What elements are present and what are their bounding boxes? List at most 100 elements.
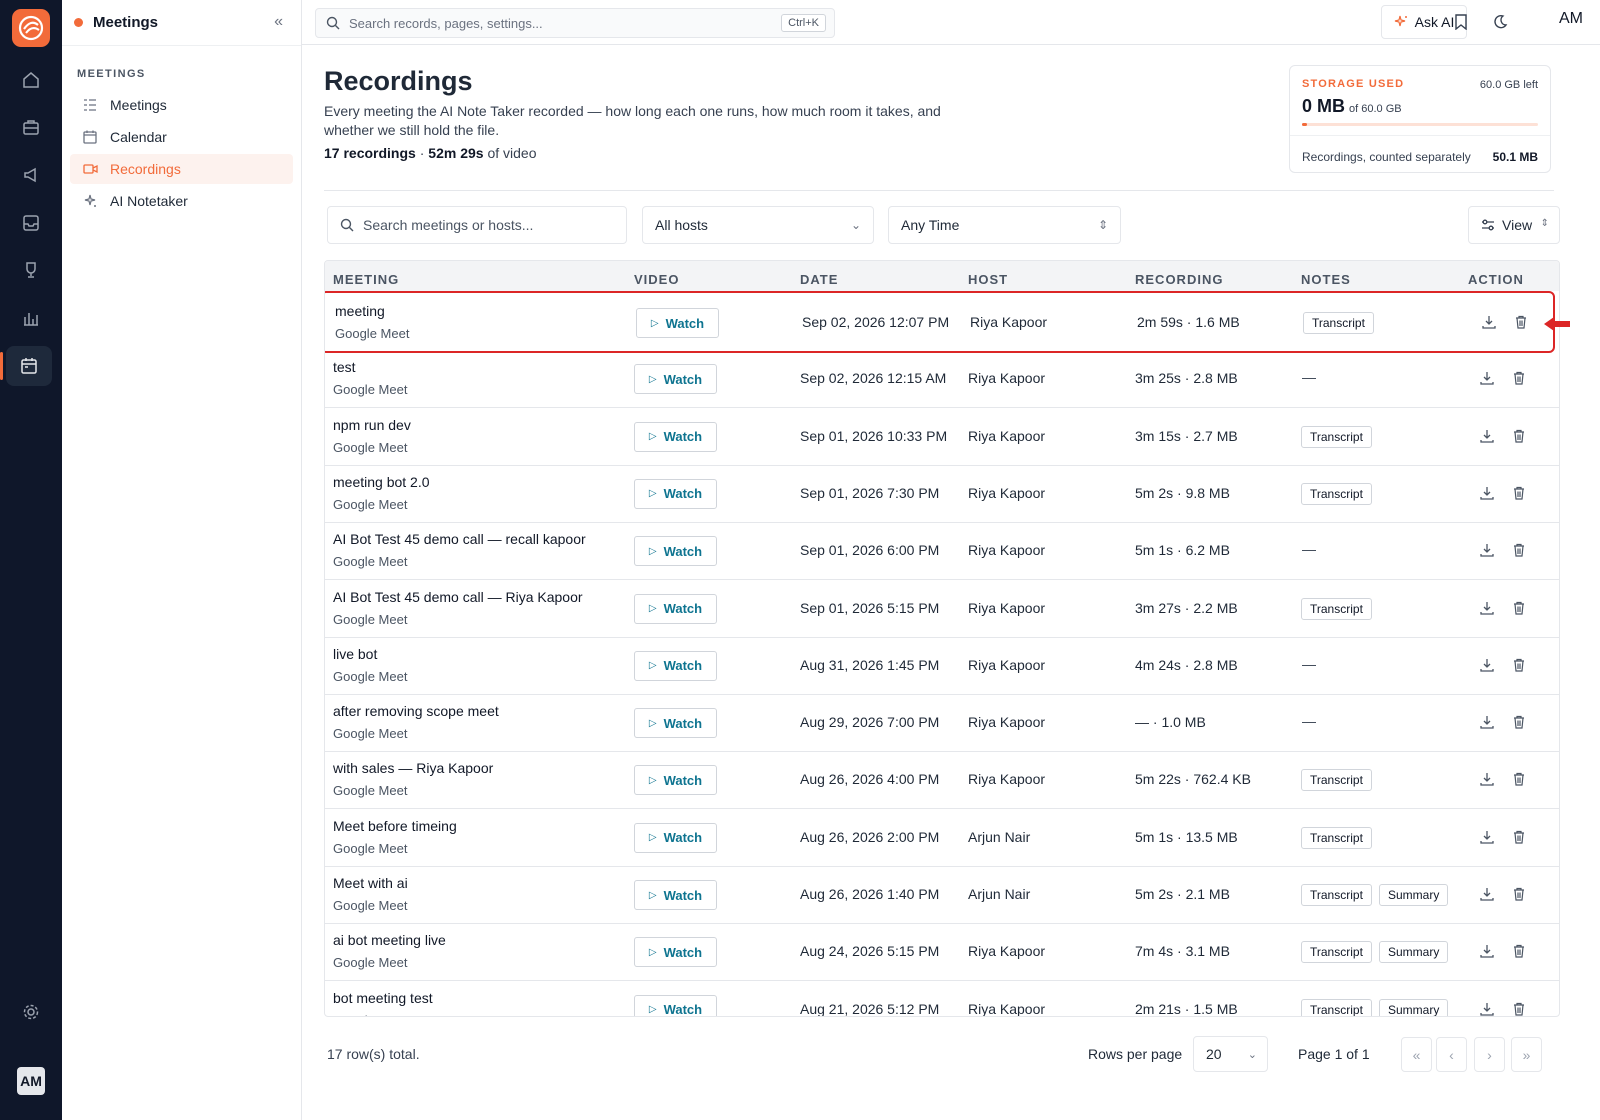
table-row[interactable]: AI Bot Test 45 demo call — Riya Kapoor Go… xyxy=(325,580,1559,638)
trophy-icon[interactable] xyxy=(0,250,62,290)
prev-page-button[interactable]: ‹ xyxy=(1436,1037,1467,1072)
transcript-button[interactable]: Transcript xyxy=(1301,826,1372,849)
table-row[interactable]: meeting bot 2.0 Google Meet ▷ Watch Sep 01, … xyxy=(325,465,1559,523)
download-icon[interactable] xyxy=(1478,885,1496,903)
time-select[interactable]: Any Time ⇕ xyxy=(888,206,1121,244)
transcript-button[interactable]: Transcript xyxy=(1301,884,1372,906)
table-row[interactable]: Meet before timeing Google Meet ▷ Watch Aug … xyxy=(325,809,1559,867)
table-row[interactable]: npm run dev Google Meet ▷ Watch Sep 01, 2026… xyxy=(325,408,1559,466)
trash-icon[interactable] xyxy=(1510,656,1528,674)
watch-button[interactable]: ▷ Watch xyxy=(634,421,717,452)
sidebar-item-meetings[interactable]: Meetings xyxy=(70,90,293,120)
trash-icon[interactable] xyxy=(1510,484,1528,502)
watch-button[interactable]: ▷ Watch xyxy=(634,593,717,624)
first-page-button[interactable]: « xyxy=(1401,1037,1432,1072)
watch-button[interactable]: ▷ Watch xyxy=(634,994,717,1016)
header-date[interactable]: DATE xyxy=(800,272,838,287)
bookmark-icon[interactable] xyxy=(1450,11,1472,33)
download-icon[interactable] xyxy=(1478,484,1496,502)
download-icon[interactable] xyxy=(1478,770,1496,788)
user-initials[interactable]: AM xyxy=(1559,10,1583,28)
table-row[interactable]: test Google Meet ▷ Watch Sep 02, 2026 12:15 … xyxy=(325,350,1559,409)
header-recording[interactable]: RECORDING xyxy=(1135,272,1223,287)
header-notes[interactable]: NOTES xyxy=(1301,272,1351,287)
transcript-button[interactable]: Transcript xyxy=(1303,312,1374,334)
next-page-button[interactable]: › xyxy=(1474,1037,1505,1072)
summary-button[interactable]: Summary xyxy=(1379,998,1449,1016)
trash-icon[interactable] xyxy=(1510,885,1528,903)
sidebar-item-ai-notetaker[interactable]: AI Notetaker xyxy=(70,186,293,216)
trash-icon[interactable] xyxy=(1510,770,1528,788)
sidebar-item-recordings[interactable]: Recordings xyxy=(70,154,293,184)
watch-button[interactable]: ▷ Watch xyxy=(634,708,717,739)
rows-per-page-select[interactable]: 20 ⌄ xyxy=(1193,1036,1268,1072)
transcript-button[interactable]: Transcript xyxy=(1301,941,1372,964)
watch-button[interactable]: ▷ Watch xyxy=(634,937,717,968)
app-logo-icon[interactable] xyxy=(12,9,50,47)
watch-button[interactable]: ▷ Watch xyxy=(634,650,717,681)
trash-icon[interactable] xyxy=(1510,599,1528,617)
calendar-icon[interactable] xyxy=(0,346,52,386)
download-icon[interactable] xyxy=(1478,713,1496,731)
bar-chart-icon[interactable] xyxy=(0,298,62,338)
avatar[interactable]: AM xyxy=(17,1067,45,1095)
watch-button[interactable]: ▷ Watch xyxy=(634,880,717,910)
trash-icon[interactable] xyxy=(1510,1000,1528,1016)
trash-icon[interactable] xyxy=(1510,828,1528,846)
meeting-search-input[interactable]: Search meetings or hosts... xyxy=(327,206,627,244)
sidebar-item-calendar[interactable]: Calendar xyxy=(70,122,293,152)
download-icon[interactable] xyxy=(1478,942,1496,960)
table-row[interactable]: bot meeting test Google Meet ▷ Watch Aug 21,… xyxy=(325,981,1559,1016)
download-icon[interactable] xyxy=(1478,369,1496,387)
watch-button[interactable]: ▷ Watch xyxy=(634,765,717,796)
moon-icon[interactable] xyxy=(1489,11,1511,33)
summary-button[interactable]: Summary xyxy=(1379,941,1449,964)
download-icon[interactable] xyxy=(1478,656,1496,674)
download-icon[interactable] xyxy=(1478,427,1496,445)
watch-button[interactable]: ▷ Watch xyxy=(634,822,717,853)
table-row[interactable]: ai bot meeting live Google Meet ▷ Watch Aug … xyxy=(325,923,1559,982)
inbox-icon[interactable] xyxy=(0,203,62,243)
trash-icon[interactable] xyxy=(1512,313,1530,331)
header-action[interactable]: ACTION xyxy=(1468,272,1524,287)
transcript-button[interactable]: Transcript xyxy=(1301,597,1372,620)
trash-icon[interactable] xyxy=(1510,713,1528,731)
table-row[interactable]: after removing scope meet Google Meet ▷ Wat… xyxy=(325,694,1559,753)
watch-button[interactable]: ▷ Watch xyxy=(634,364,717,395)
transcript-button[interactable]: Transcript xyxy=(1301,998,1372,1016)
transcript-button[interactable]: Transcript xyxy=(1301,425,1372,448)
settings-icon[interactable] xyxy=(0,992,62,1032)
table-row[interactable]: with sales — Riya Kapoor Google Meet ▷ Watc… xyxy=(325,751,1559,810)
watch-button[interactable]: ▷ Watch xyxy=(634,478,717,509)
trash-icon[interactable] xyxy=(1510,942,1528,960)
download-icon[interactable] xyxy=(1478,541,1496,559)
trash-icon[interactable] xyxy=(1510,427,1528,445)
header-video[interactable]: VIDEO xyxy=(634,272,679,287)
download-icon[interactable] xyxy=(1478,599,1496,617)
header-host[interactable]: HOST xyxy=(968,272,1008,287)
header-meeting[interactable]: MEETING xyxy=(333,272,399,287)
collapse-sidebar-icon[interactable]: « xyxy=(274,13,283,31)
download-icon[interactable] xyxy=(1478,1000,1496,1016)
trash-icon[interactable] xyxy=(1510,541,1528,559)
transcript-button[interactable]: Transcript xyxy=(1301,769,1372,792)
hosts-select[interactable]: All hosts ⌄ xyxy=(642,206,874,244)
watch-button[interactable]: ▷ Watch xyxy=(634,536,717,567)
table-row[interactable]: Meet with ai Google Meet ▷ Watch Aug 26, 202… xyxy=(325,866,1559,924)
download-icon[interactable] xyxy=(1478,828,1496,846)
summary-button[interactable]: Summary xyxy=(1379,884,1449,906)
megaphone-icon[interactable] xyxy=(0,155,62,195)
global-search-input[interactable]: Search records, pages, settings... Ctrl+… xyxy=(315,8,835,38)
download-icon[interactable] xyxy=(1480,313,1498,331)
trash-icon[interactable] xyxy=(1510,369,1528,387)
briefcase-icon[interactable] xyxy=(0,107,62,147)
home-icon[interactable] xyxy=(0,60,62,100)
table-row[interactable]: AI Bot Test 45 demo call — recall kapoor… xyxy=(325,522,1559,581)
table-row[interactable]: meeting Google Meet ▷ Watch Sep 02, 2026 12:… xyxy=(325,291,1555,353)
table-row[interactable]: live bot Google Meet ▷ Watch Aug 31, 2026 1:… xyxy=(325,637,1559,695)
watch-button[interactable]: ▷ Watch xyxy=(636,308,719,338)
transcript-button[interactable]: Transcript xyxy=(1301,482,1372,505)
view-button[interactable]: View ⇕ xyxy=(1468,206,1560,244)
last-page-button[interactable]: » xyxy=(1511,1037,1542,1072)
meeting-platform: Google Meet xyxy=(333,898,408,913)
